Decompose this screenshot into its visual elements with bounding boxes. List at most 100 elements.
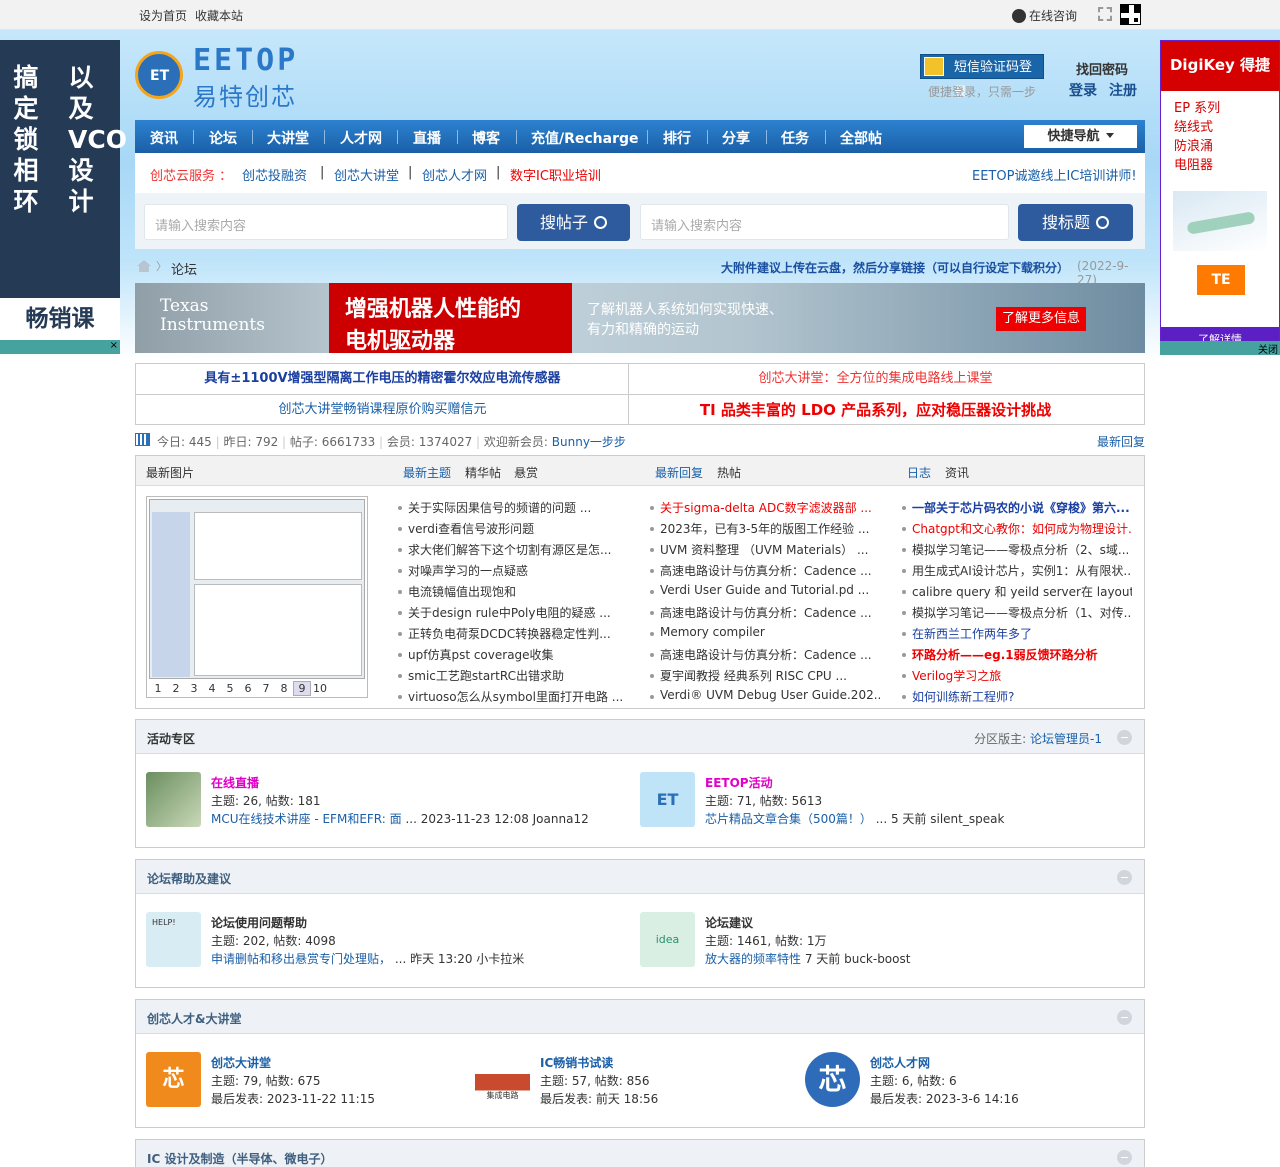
forum-name[interactable]: 论坛建议: [705, 914, 753, 931]
eetop-forum-icon[interactable]: ET: [640, 772, 695, 827]
nav-item-recharge[interactable]: 充值/Recharge: [531, 128, 639, 148]
list-item[interactable]: 求大佬们解答下这个切割有源区是怎...: [398, 541, 628, 562]
service-link-training[interactable]: 数字IC职业培训: [510, 165, 601, 184]
service-link-lecture[interactable]: 创芯大讲堂: [334, 165, 399, 184]
collapse-icon[interactable]: [1117, 1010, 1132, 1025]
talent-forum-icon[interactable]: 芯: [805, 1052, 860, 1107]
nav-item-share[interactable]: 分享: [722, 128, 750, 148]
bookmark-link[interactable]: 收藏本站: [195, 9, 243, 23]
sms-login-button[interactable]: 短信验证码登录: [920, 54, 1044, 100]
site-logo[interactable]: ET EETOP 易特创芯: [135, 43, 310, 111]
pager-item[interactable]: 5: [221, 682, 239, 695]
list-item[interactable]: 用生成式AI设计芯片，实例1：从有限状...: [902, 562, 1132, 583]
book-forum-icon[interactable]: 集成电路: [475, 1052, 530, 1107]
promo-link-course[interactable]: 创芯大讲堂畅销课程原价购买赠信元: [136, 395, 629, 425]
search-titles-button[interactable]: 搜标题: [1018, 204, 1133, 241]
collapse-icon[interactable]: [1117, 1150, 1132, 1165]
new-member-link[interactable]: Bunny一步步: [552, 435, 626, 449]
promo-link-hall-sensor[interactable]: 具有±1100V增强型隔离工作电压的精密霍尔效应电流传感器: [136, 364, 629, 394]
qr-code-icon[interactable]: [1120, 4, 1141, 25]
latest-replies-link[interactable]: 最新回复: [1097, 433, 1145, 450]
lecturer-invite-link[interactable]: EETOP诚邀线上IC培训讲师!: [972, 165, 1137, 184]
list-item[interactable]: 夏宇闻教授 经典系列 RISC CPU ...: [650, 667, 880, 688]
nav-item-forum[interactable]: 论坛: [209, 128, 237, 148]
collapse-icon[interactable]: [1117, 730, 1132, 745]
nav-item-lecture[interactable]: 大讲堂: [267, 128, 309, 148]
list-item[interactable]: calibre query 和 yeild server在 layout d: [902, 583, 1132, 604]
fullscreen-icon[interactable]: [1098, 7, 1112, 21]
list-item[interactable]: 如何训练新工程师?: [902, 688, 1132, 709]
list-item[interactable]: 高速电路设计与仿真分析：Cadence ...: [650, 646, 880, 667]
section-title[interactable]: 创芯人才&大讲堂: [147, 1010, 241, 1027]
promo-link-ldo[interactable]: TI 品类丰富的 LDO 产品系列，应对稳压器设计挑战: [629, 395, 1122, 425]
set-home-link[interactable]: 设为首页: [139, 9, 187, 23]
tab-blog[interactable]: 日志: [907, 464, 931, 481]
online-consult-link[interactable]: 在线咨询: [1012, 7, 1077, 24]
moderator-link[interactable]: 论坛管理员-1: [1030, 732, 1102, 746]
list-item[interactable]: 电流镜幅值出现饱和: [398, 583, 628, 604]
list-item[interactable]: 模拟学习笔记——零极点分析（1、对传...: [902, 604, 1132, 625]
forum-name[interactable]: 在线直播: [211, 774, 259, 791]
list-item[interactable]: 2023年，已有3-5年的版图工作经验 ...: [650, 520, 880, 541]
register-link[interactable]: 注册: [1109, 83, 1137, 99]
close-label[interactable]: 关闭: [1258, 341, 1278, 356]
find-password-link[interactable]: 找回密码: [1076, 59, 1128, 78]
list-item[interactable]: Memory compiler: [650, 625, 880, 646]
list-item[interactable]: 对噪声学习的一点疑惑: [398, 562, 628, 583]
notice-link[interactable]: 大附件建议上传在云盘，然后分享链接（可以自行设定下载积分）: [721, 259, 1069, 276]
list-item[interactable]: 模拟学习笔记——零极点分析（2、s域...: [902, 541, 1132, 562]
chip-forum-icon[interactable]: 芯: [146, 1052, 201, 1107]
list-item[interactable]: Verdi User Guide and Tutorial.pd ...: [650, 583, 880, 604]
pager-item[interactable]: 6: [239, 682, 257, 695]
login-link[interactable]: 登录: [1069, 83, 1097, 99]
list-item[interactable]: virtuoso怎么从symbol里面打开电路 ...: [398, 688, 628, 709]
right-side-ad[interactable]: DigiKey 得捷 EP 系列 绕线式 防浪涌 电阻器 TE 了解详情 关闭: [1160, 40, 1280, 356]
learn-more-button[interactable]: 了解更多信息: [996, 307, 1086, 331]
forum-name[interactable]: 创芯大讲堂: [211, 1054, 271, 1071]
list-item[interactable]: 在新西兰工作两年多了: [902, 625, 1132, 646]
tab-hot[interactable]: 热帖: [717, 464, 741, 481]
tab-latest-pics[interactable]: 最新图片: [146, 464, 194, 481]
nav-item-live[interactable]: 直播: [413, 128, 441, 148]
nav-item-tasks[interactable]: 任务: [781, 128, 809, 148]
quick-nav-dropdown[interactable]: 快捷导航: [1024, 125, 1137, 148]
collapse-icon[interactable]: [1117, 870, 1132, 885]
tab-reward[interactable]: 悬赏: [514, 464, 538, 481]
service-link-jobs[interactable]: 创芯人才网: [422, 165, 487, 184]
search-titles-input[interactable]: 请输入搜索内容: [640, 204, 1009, 240]
forum-name[interactable]: EETOP活动: [705, 774, 773, 791]
help-forum-icon[interactable]: HELP!: [146, 912, 201, 967]
list-item[interactable]: 关于sigma-delta ADC数字滤波器部 ...: [650, 499, 880, 520]
list-item[interactable]: 高速电路设计与仿真分析：Cadence ...: [650, 562, 880, 583]
list-item[interactable]: UVM 资料整理 （UVM Materials） ...: [650, 541, 880, 562]
ti-banner-ad[interactable]: Texas Instruments 增强机器人性能的 电机驱动器 了解机器人系统…: [135, 283, 1145, 354]
last-post-link[interactable]: MCU在线技术讲座 - EFM和EFR: 面: [211, 812, 402, 826]
tab-new-topics[interactable]: 最新主题: [403, 464, 451, 481]
forum-name[interactable]: 论坛使用问题帮助: [211, 914, 307, 931]
search-posts-input[interactable]: 请输入搜索内容: [144, 204, 508, 240]
section-title[interactable]: IC 设计及制造（半导体、微电子）: [147, 1150, 332, 1167]
left-side-ad[interactable]: 搞定锁相环 以及VCO设计 畅销课 ×: [0, 40, 127, 354]
tab-news[interactable]: 资讯: [945, 464, 969, 481]
nav-item-news[interactable]: 资讯: [150, 128, 178, 148]
section-title[interactable]: 活动专区: [147, 730, 195, 747]
live-forum-icon[interactable]: [146, 772, 201, 827]
home-icon[interactable]: [137, 260, 151, 272]
promo-link-lecture[interactable]: 创芯大讲堂：全方位的集成电路线上课堂: [629, 364, 1122, 394]
list-item[interactable]: 环路分析——eg.1弱反馈环路分析: [902, 646, 1132, 667]
list-item[interactable]: 一部关于芯片码农的小说《穿梭》第六...: [902, 499, 1132, 520]
last-post-link[interactable]: 芯片精品文章合集（500篇！）: [705, 812, 872, 826]
list-item[interactable]: 正转负电荷泵DCDC转换器稳定性判...: [398, 625, 628, 646]
tab-digest[interactable]: 精华帖: [465, 464, 501, 481]
list-item[interactable]: smic工艺跑startRC出错求助: [398, 667, 628, 688]
list-item[interactable]: Verdi® UVM Debug User Guide.202...: [650, 688, 880, 709]
nav-item-all-posts[interactable]: 全部帖: [840, 128, 882, 148]
left-ad-close-bar[interactable]: ×: [0, 340, 120, 354]
list-item[interactable]: upf仿真pst coverage收集: [398, 646, 628, 667]
pager-item[interactable]: 3: [185, 682, 203, 695]
section-title[interactable]: 论坛帮助及建议: [147, 870, 231, 887]
close-icon[interactable]: ×: [110, 340, 118, 351]
right-ad-close-bar[interactable]: 关闭: [1160, 341, 1280, 356]
latest-image[interactable]: 1 2 3 4 5 6 7 8 9 10: [146, 496, 368, 698]
service-link-investment[interactable]: 创芯投融资: [242, 165, 307, 184]
